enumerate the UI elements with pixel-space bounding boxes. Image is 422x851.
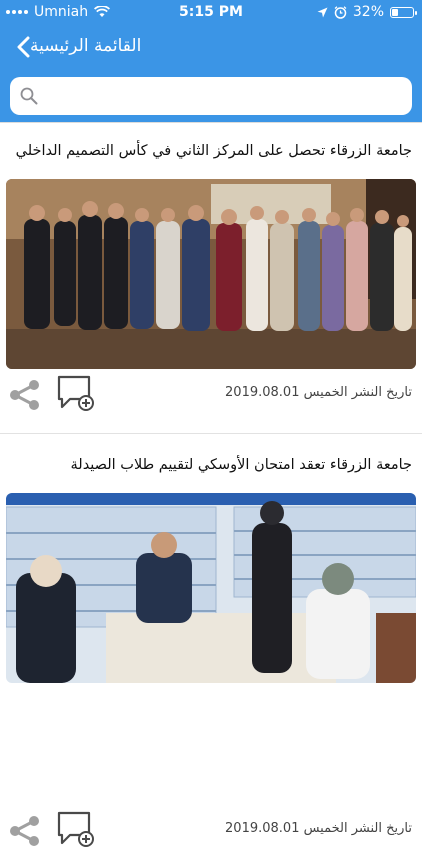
post-actions: تاريخ النشر الخميس 2019.08.01 xyxy=(0,375,422,415)
date-value: 2019.08.01 xyxy=(225,821,300,836)
share-icon[interactable] xyxy=(8,379,42,411)
post-headline[interactable]: جامعة الزرقاء تعقد امتحان الأوسكي لتقييم… xyxy=(10,457,413,473)
battery-icon xyxy=(390,6,417,18)
share-icon[interactable] xyxy=(8,815,42,847)
post-date: تاريخ النشر الخميس 2019.08.01 xyxy=(225,385,412,400)
news-feed[interactable]: جامعة الزرقاء تحصل على المركز الثاني في … xyxy=(0,122,422,847)
pharmacy-exam-image xyxy=(6,493,416,683)
search-input[interactable] xyxy=(46,77,406,117)
post-photo[interactable] xyxy=(6,493,416,683)
page-title: القائمة الرئيسية xyxy=(30,36,142,56)
alarm-icon xyxy=(334,5,347,19)
status-bar: Umniah 5:15 PM 32% xyxy=(0,0,422,24)
status-right: 32% xyxy=(317,4,417,20)
date-day: الخميس xyxy=(303,821,348,836)
post-photo[interactable] xyxy=(6,179,416,369)
date-label: تاريخ النشر xyxy=(351,385,412,400)
search-icon xyxy=(20,87,38,105)
post-actions: تاريخ النشر الخميس 2019.08.01 xyxy=(0,811,422,851)
post-headline[interactable]: جامعة الزرقاء تحصل على المركز الثاني في … xyxy=(10,143,412,159)
date-day: الخميس xyxy=(303,385,348,400)
search-bar-container xyxy=(0,70,422,122)
post-divider xyxy=(0,433,422,434)
nav-bar: القائمة الرئيسية xyxy=(0,24,422,70)
date-label: تاريخ النشر xyxy=(351,821,412,836)
add-comment-icon[interactable] xyxy=(56,375,96,413)
group-photo-image xyxy=(6,179,416,369)
post-date: تاريخ النشر الخميس 2019.08.01 xyxy=(225,821,412,836)
date-value: 2019.08.01 xyxy=(225,385,300,400)
battery-percent: 32% xyxy=(352,4,384,20)
battery-fill xyxy=(392,8,398,16)
chevron-left-icon xyxy=(17,36,30,58)
add-comment-icon[interactable] xyxy=(56,811,96,849)
search-box[interactable] xyxy=(10,77,412,117)
location-arrow-icon xyxy=(317,7,328,17)
